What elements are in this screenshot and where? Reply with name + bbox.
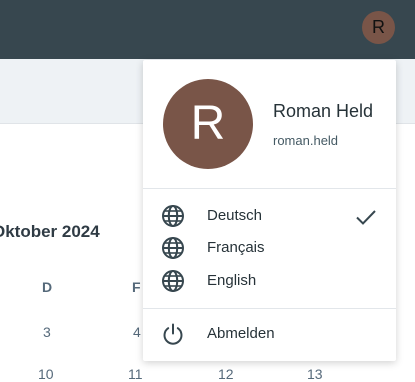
weekday-header: F xyxy=(132,279,141,295)
logout-item[interactable]: Abmelden xyxy=(143,318,396,351)
calendar-day[interactable]: 4 xyxy=(133,324,141,340)
user-menu-avatar: R xyxy=(163,79,253,169)
calendar-day[interactable]: 13 xyxy=(307,366,323,382)
user-menu: R Roman Held roman.held Deutsch Français xyxy=(143,60,396,361)
globe-icon xyxy=(162,237,184,259)
power-icon xyxy=(163,323,183,345)
calendar-day[interactable]: 11 xyxy=(128,366,143,382)
globe-icon xyxy=(162,205,184,227)
logout-label: Abmelden xyxy=(207,325,275,342)
globe-icon xyxy=(162,270,184,292)
language-item-deutsch[interactable]: Deutsch xyxy=(143,200,396,233)
language-item-francais[interactable]: Français xyxy=(143,232,396,265)
calendar-day[interactable]: 3 xyxy=(43,324,51,340)
calendar-month-title: Oktober 2024 xyxy=(0,222,100,241)
user-login: roman.held xyxy=(273,133,339,148)
user-name: Roman Held xyxy=(273,101,374,121)
language-label: Français xyxy=(207,239,265,256)
language-label: Deutsch xyxy=(207,207,263,224)
calendar-day[interactable]: 12 xyxy=(218,366,234,382)
user-avatar-button[interactable]: R xyxy=(362,11,395,44)
language-label: English xyxy=(207,272,257,289)
calendar-day[interactable]: 10 xyxy=(38,366,54,382)
language-item-english[interactable]: English xyxy=(143,265,396,298)
menu-divider xyxy=(143,188,396,189)
top-app-bar: R xyxy=(0,0,415,59)
weekday-header: D xyxy=(42,279,53,295)
check-icon xyxy=(356,210,376,225)
menu-divider xyxy=(143,308,396,309)
